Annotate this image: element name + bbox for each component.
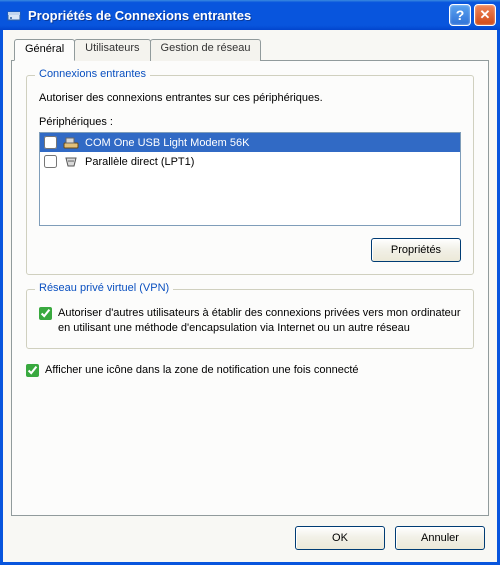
titlebar: Propriétés de Connexions entrantes ? ✕	[0, 0, 500, 30]
port-icon	[63, 154, 79, 170]
group-incoming-legend: Connexions entrantes	[35, 68, 150, 80]
devices-listbox[interactable]: COM One USB Light Modem 56K Parallèle di…	[39, 132, 461, 226]
device-checkbox[interactable]	[44, 155, 57, 168]
tab-panel-general: Connexions entrantes Autoriser des conne…	[11, 60, 489, 516]
tab-users[interactable]: Utilisateurs	[74, 39, 150, 61]
properties-button[interactable]: Propriétés	[371, 238, 461, 262]
device-label: COM One USB Light Modem 56K	[85, 137, 249, 149]
group-vpn-legend: Réseau privé virtuel (VPN)	[35, 282, 173, 294]
list-item[interactable]: COM One USB Light Modem 56K	[40, 133, 460, 152]
tray-icon-row[interactable]: Afficher une icône dans la zone de notif…	[26, 363, 474, 378]
incoming-instruction: Autoriser des connexions entrantes sur c…	[39, 92, 461, 104]
vpn-allow-row[interactable]: Autoriser d'autres utilisateurs à établi…	[39, 306, 461, 336]
device-label: Parallèle direct (LPT1)	[85, 156, 194, 168]
vpn-allow-label: Autoriser d'autres utilisateurs à établi…	[58, 306, 461, 336]
help-button[interactable]: ?	[449, 4, 471, 26]
list-item[interactable]: Parallèle direct (LPT1)	[40, 152, 460, 171]
tray-icon-checkbox[interactable]	[26, 364, 39, 377]
devices-label: Périphériques :	[39, 116, 461, 128]
modem-icon	[63, 135, 79, 151]
device-checkbox[interactable]	[44, 136, 57, 149]
vpn-allow-checkbox[interactable]	[39, 307, 52, 320]
tab-general[interactable]: Général	[14, 39, 75, 61]
tray-icon-label: Afficher une icône dans la zone de notif…	[45, 363, 359, 378]
group-incoming-connections: Connexions entrantes Autoriser des conne…	[26, 75, 474, 275]
window-title: Propriétés de Connexions entrantes	[28, 8, 446, 23]
cancel-button[interactable]: Annuler	[395, 526, 485, 550]
window-icon	[6, 7, 22, 23]
group-vpn: Réseau privé virtuel (VPN) Autoriser d'a…	[26, 289, 474, 349]
close-button[interactable]: ✕	[474, 4, 496, 26]
ok-button[interactable]: OK	[295, 526, 385, 550]
tab-network[interactable]: Gestion de réseau	[150, 39, 262, 61]
dialog-buttons: OK Annuler	[11, 516, 489, 552]
tabs: Général Utilisateurs Gestion de réseau	[14, 39, 489, 61]
